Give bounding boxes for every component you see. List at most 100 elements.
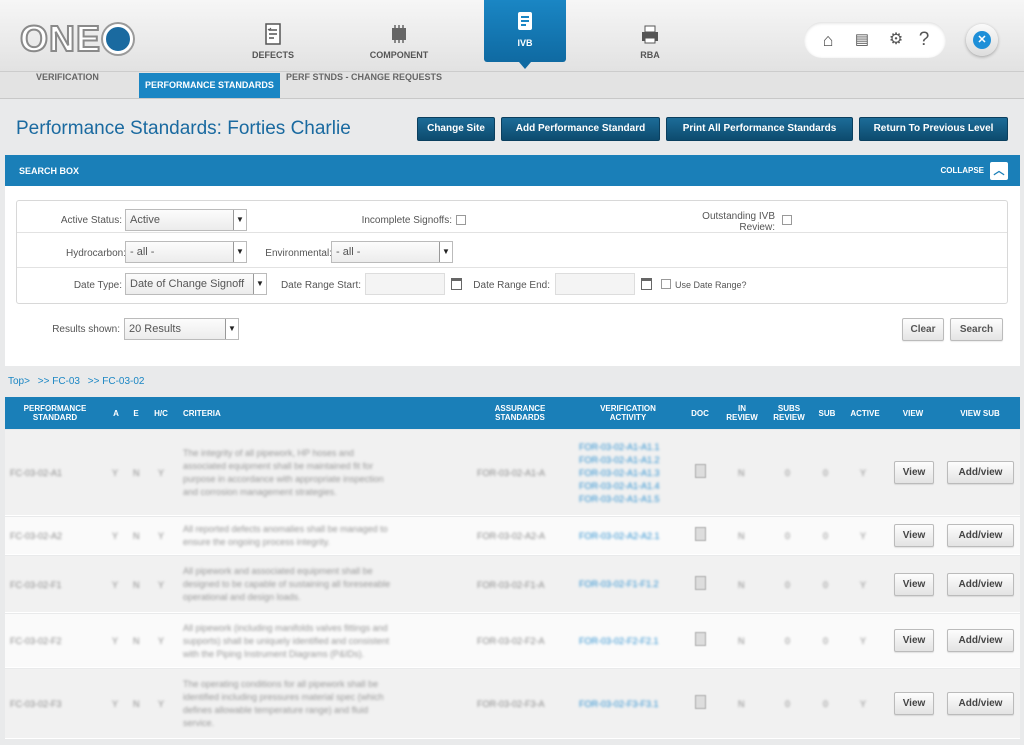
verification-activity-link[interactable]: FOR-03-02-A1-A1.2 xyxy=(579,454,660,467)
nav-rba-label: RBA xyxy=(640,50,660,60)
cell-performance-standard: FC-03-02-A1 xyxy=(10,468,63,478)
onec-logo[interactable]: ONE xyxy=(19,17,134,60)
tab-verification[interactable]: VERIFICATION xyxy=(30,72,105,99)
search-box-header: SEARCH BOX COLLAPSE ︿ xyxy=(5,155,1020,186)
cell-assurance-standard: FOR-03-02-F2-A xyxy=(477,636,545,646)
view-button[interactable]: View xyxy=(894,524,934,547)
cell-e: N xyxy=(133,468,140,478)
help-icon[interactable]: ? xyxy=(914,30,934,50)
verification-activity-link[interactable]: FOR-03-02-F2-F2.1 xyxy=(579,635,659,648)
criteria-line: All pipework (including manifolds valves… xyxy=(183,622,388,633)
cell-assurance-standard: FOR-03-02-A1-A xyxy=(477,468,546,478)
col-assurance-standards: ASSURANCE STANDARDS xyxy=(494,404,546,422)
breadcrumb: Top> >> FC-03 >> FC-03-02 xyxy=(8,376,149,387)
tab-performance-standards[interactable]: PERFORMANCE STANDARDS xyxy=(139,73,280,98)
verification-activity-link[interactable]: FOR-03-02-A1-A1.1 xyxy=(579,441,660,454)
cell-performance-standard: FC-03-02-A2 xyxy=(10,531,63,541)
cell-a: Y xyxy=(112,636,119,646)
view-button[interactable]: View xyxy=(894,572,934,596)
tab-perf-stnds-change-requests[interactable]: PERF STNDS - CHANGE REQUESTS xyxy=(280,72,448,99)
criteria-line: designed to be capable of sustaining all… xyxy=(183,579,391,589)
add-view-sub-button[interactable]: Add/view xyxy=(947,692,1014,715)
criteria-line: The integrity of all pipework, HP hoses … xyxy=(183,448,354,458)
change-site-button[interactable]: Change Site xyxy=(417,117,495,141)
verification-activity-link[interactable]: FOR-03-02-A2-A2.1 xyxy=(579,530,660,543)
cell-sub: 0 xyxy=(823,579,829,590)
app-window: ONE DEFECTS COMPONENT IVB RBA ⌂ ▤ ⚙ ? ✕ … xyxy=(0,0,1024,745)
date-range-end-input[interactable] xyxy=(555,273,635,295)
dropdown-arrow-icon: ▼ xyxy=(233,242,246,262)
gears-icon[interactable]: ⚙ xyxy=(886,30,906,50)
table-row: FC-03-02-F1 Y N Y All pipework and associate… xyxy=(5,556,1020,613)
criteria-line: defines allowable temperature range) and… xyxy=(183,705,369,715)
add-view-sub-button[interactable]: Add/view xyxy=(947,629,1014,652)
view-button[interactable]: View xyxy=(894,692,934,715)
document-icon[interactable] xyxy=(695,632,706,646)
nav-component[interactable]: COMPONENT xyxy=(354,22,444,60)
cell-in-review: N xyxy=(738,468,745,478)
add-view-sub-button[interactable]: Add/view xyxy=(947,572,1014,596)
breadcrumb-top[interactable]: Top> xyxy=(8,376,30,387)
view-button[interactable]: View xyxy=(894,629,934,652)
results-shown-select[interactable]: 20 Results ▼ xyxy=(124,318,239,340)
verification-activity-link[interactable]: FOR-03-02-A1-A1.4 xyxy=(579,480,660,493)
home-icon[interactable]: ⌂ xyxy=(818,30,838,50)
cell-active: Y xyxy=(860,699,867,709)
print-all-performance-standards-button[interactable]: Print All Performance Standards xyxy=(666,117,853,141)
verification-activity-link[interactable]: FOR-03-02-A1-A1.3 xyxy=(579,467,660,480)
date-type-select[interactable]: Date of Change Signoff ▼ xyxy=(125,273,267,295)
criteria-line: ensure the ongoing process integrity. xyxy=(183,537,330,547)
document-icon[interactable] xyxy=(695,575,706,590)
nav-ivb[interactable]: IVB xyxy=(484,0,566,69)
document-icon[interactable] xyxy=(695,695,706,709)
use-date-range-checkbox[interactable] xyxy=(661,279,671,289)
environmental-value: - all - xyxy=(336,246,361,258)
return-to-previous-level-button[interactable]: Return To Previous Level xyxy=(859,117,1008,141)
verification-activity-link[interactable]: FOR-03-02-F1-F1.2 xyxy=(579,578,659,591)
date-range-start-input[interactable] xyxy=(365,273,445,295)
cell-a: Y xyxy=(112,699,119,709)
clear-button[interactable]: Clear xyxy=(902,318,944,341)
close-button[interactable]: ✕ xyxy=(966,24,998,56)
nav-defects-label: DEFECTS xyxy=(251,50,294,60)
document-icon[interactable] xyxy=(695,464,706,478)
table-row: FC-03-02-A1 Y N Y The integrity of all pipew… xyxy=(5,430,1020,516)
col-doc: DOC xyxy=(691,408,709,418)
cell-criteria: The integrity of all pipework, HP hoses … xyxy=(183,430,473,516)
active-status-select[interactable]: Active ▼ xyxy=(125,209,247,231)
date-range-end-label: Date Range End: xyxy=(473,280,550,291)
hydrocarbon-value: - all - xyxy=(130,246,155,258)
cell-assurance-standard: FOR-03-02-F3-A xyxy=(477,699,545,709)
calendar-icon[interactable] xyxy=(641,278,652,290)
verification-activity-link[interactable]: FOR-03-02-F3-F3.1 xyxy=(579,698,659,711)
calendar-icon[interactable] xyxy=(451,278,462,290)
add-view-sub-button[interactable]: Add/view xyxy=(947,524,1014,547)
hydrocarbon-select[interactable]: - all - ▼ xyxy=(125,241,247,263)
collapse-label[interactable]: COLLAPSE xyxy=(940,166,984,175)
breadcrumb-fc-03[interactable]: >> FC-03 xyxy=(38,376,80,387)
collapse-chevron-up-icon[interactable]: ︿ xyxy=(990,162,1008,180)
nav-rba[interactable]: RBA xyxy=(605,22,695,60)
search-button[interactable]: Search xyxy=(950,318,1003,341)
verification-activity-link[interactable]: FOR-03-02-A1-A1.5 xyxy=(579,493,660,506)
environmental-select[interactable]: - all - ▼ xyxy=(331,241,453,263)
date-type-label: Date Type: xyxy=(73,280,122,291)
settings-doc-icon[interactable]: ▤ xyxy=(852,30,872,50)
nav-defects[interactable]: DEFECTS xyxy=(228,22,318,60)
cell-verification-activity: FOR-03-02-A2-A2.1 xyxy=(579,517,679,555)
cell-sub: 0 xyxy=(823,636,829,646)
add-view-sub-button[interactable]: Add/view xyxy=(947,461,1014,484)
breadcrumb-fc-03-02[interactable]: >> FC-03-02 xyxy=(88,376,145,387)
add-performance-standard-button[interactable]: Add Performance Standard xyxy=(501,117,660,141)
search-box-title: SEARCH BOX xyxy=(19,166,80,176)
col-view-sub: VIEW SUB xyxy=(960,408,1000,418)
cell-a: Y xyxy=(112,468,119,478)
outstanding-ivb-review-checkbox[interactable] xyxy=(782,215,792,225)
cell-performance-standard: FC-03-02-F2 xyxy=(10,636,62,646)
col-subs-review: SUBS REVIEW xyxy=(773,404,805,422)
incomplete-signoffs-checkbox[interactable] xyxy=(456,215,466,225)
cell-e: N xyxy=(133,531,140,541)
document-icon[interactable] xyxy=(695,527,706,541)
cell-sub: 0 xyxy=(823,699,829,709)
view-button[interactable]: View xyxy=(894,461,934,484)
